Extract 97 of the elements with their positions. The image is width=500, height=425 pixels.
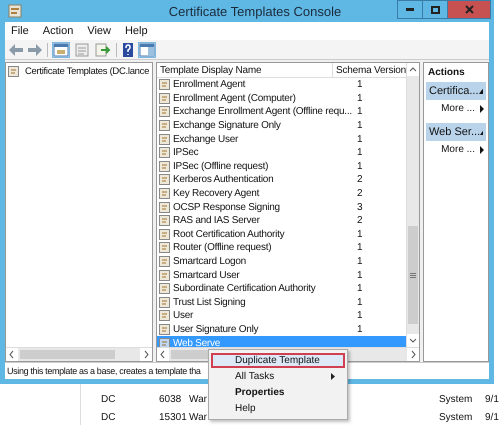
log-cell-text: DC bbox=[100, 412, 116, 422]
log-cell-text: System bbox=[439, 394, 474, 404]
column-header[interactable]: Template Display Name bbox=[157, 63, 333, 77]
context-menu-item[interactable]: Properties bbox=[211, 385, 345, 400]
scroll-up-icon[interactable] bbox=[407, 63, 419, 76]
log-cell-text: System bbox=[439, 412, 474, 422]
template-row[interactable]: RAS and IAS Server 2 bbox=[157, 214, 406, 228]
log-cell: 9/1 bbox=[485, 412, 500, 422]
template-row[interactable]: Exchange Enrollment Agent (Offline requ... 1 bbox=[157, 105, 406, 119]
caret-right-icon bbox=[480, 146, 484, 154]
menu-item[interactable]: Help bbox=[124, 25, 148, 37]
close-icon bbox=[464, 5, 474, 14]
template-icon bbox=[159, 256, 170, 268]
template-icon bbox=[159, 92, 170, 104]
template-icon bbox=[159, 106, 170, 118]
window-title: Certificate Templates Console bbox=[168, 4, 342, 18]
close-button[interactable] bbox=[447, 0, 491, 19]
minimize-icon bbox=[406, 8, 414, 11]
submenu-arrow-icon bbox=[331, 373, 335, 380]
template-icon bbox=[159, 310, 170, 322]
maximize-button[interactable] bbox=[422, 0, 448, 19]
back-arrow-icon[interactable] bbox=[9, 44, 23, 56]
template-row[interactable]: Smartcard User 1 bbox=[157, 268, 406, 282]
section-header[interactable]: Certifica... bbox=[426, 82, 486, 100]
template-row[interactable]: Kerberos Authentication 2 bbox=[157, 173, 406, 187]
horizontal-scrollbar[interactable] bbox=[6, 347, 152, 361]
template-icon bbox=[159, 296, 170, 308]
template-icon bbox=[159, 174, 170, 186]
scroll-down-icon[interactable] bbox=[407, 334, 419, 347]
template-row[interactable]: Enrollment Agent 1 bbox=[157, 78, 406, 92]
collapse-caret-icon bbox=[478, 88, 483, 94]
template-row[interactable]: IPSec 1 bbox=[157, 146, 406, 160]
menu-item[interactable]: File bbox=[11, 25, 29, 37]
template-row[interactable]: Exchange Signature Only 1 bbox=[157, 118, 406, 132]
scroll-left-icon[interactable] bbox=[157, 348, 169, 361]
template-row[interactable]: OCSP Response Signing 3 bbox=[157, 200, 406, 214]
maximize-icon bbox=[430, 6, 440, 14]
status-text: Using this template as a base, creates a template tha bbox=[7, 366, 201, 376]
menu-item[interactable]: View bbox=[87, 25, 111, 37]
vertical-scrollbar[interactable] bbox=[406, 63, 419, 347]
collapse-caret-icon bbox=[480, 130, 483, 134]
log-cell-text: 6038 bbox=[159, 394, 182, 404]
certificate-icon bbox=[8, 66, 19, 77]
template-row[interactable]: Subordinate Certification Authority 1 bbox=[157, 282, 406, 296]
export-list-icon[interactable] bbox=[95, 42, 111, 56]
template-icon bbox=[159, 160, 170, 172]
template-icon bbox=[159, 228, 170, 240]
template-icon bbox=[159, 242, 170, 254]
section-header[interactable]: Web Ser... bbox=[426, 123, 486, 141]
template-row[interactable]: User 1 bbox=[157, 309, 406, 323]
log-cell-text: War bbox=[189, 394, 208, 404]
caret-right-icon bbox=[480, 104, 484, 112]
tree-item[interactable]: Certificate Templates (DC.lance bbox=[6, 63, 152, 80]
app-icon bbox=[8, 4, 22, 18]
actions-header: Actions bbox=[427, 66, 466, 80]
template-icon bbox=[159, 202, 170, 213]
grip-icon bbox=[410, 272, 416, 278]
template-icon bbox=[159, 134, 170, 145]
template-row[interactable]: Exchange User 1 bbox=[157, 132, 406, 146]
template-icon bbox=[159, 270, 170, 281]
scroll-right-icon[interactable] bbox=[140, 348, 152, 361]
template-row[interactable]: Trust List Signing 1 bbox=[157, 296, 406, 310]
log-cell-text: DC bbox=[100, 394, 116, 404]
template-row[interactable]: Key Recovery Agent 2 bbox=[157, 186, 406, 200]
column-header[interactable]: Schema Version bbox=[332, 63, 406, 77]
list-icon[interactable] bbox=[74, 42, 90, 56]
scroll-thumb[interactable] bbox=[20, 350, 115, 359]
more-link[interactable]: More ... bbox=[426, 100, 486, 123]
template-icon bbox=[159, 283, 170, 294]
scroll-left-icon[interactable] bbox=[6, 348, 18, 361]
template-icon bbox=[159, 120, 170, 132]
menu-item[interactable]: Action bbox=[42, 25, 74, 37]
context-menu-item[interactable]: All Tasks bbox=[211, 369, 345, 384]
more-link[interactable]: More ... bbox=[426, 141, 486, 164]
log-cell-text: War bbox=[189, 412, 208, 422]
console-tree-icon[interactable] bbox=[53, 42, 69, 56]
template-row[interactable]: Router (Offline request) 1 bbox=[157, 241, 406, 255]
scroll-right-icon[interactable] bbox=[407, 348, 419, 361]
template-row[interactable]: Smartcard Logon 1 bbox=[157, 254, 406, 268]
log-cell-text: 15301 bbox=[159, 412, 188, 422]
context-menu-item[interactable]: Help bbox=[211, 401, 345, 416]
template-icon bbox=[159, 188, 170, 200]
template-icon bbox=[159, 338, 170, 347]
help-icon[interactable] bbox=[122, 42, 134, 56]
forward-arrow-icon[interactable] bbox=[28, 44, 42, 56]
template-icon bbox=[159, 147, 170, 158]
template-row[interactable]: IPSec (Offline request) 1 bbox=[157, 160, 406, 174]
template-icon bbox=[159, 79, 170, 90]
template-row[interactable]: Enrollment Agent (Computer) 1 bbox=[157, 92, 406, 106]
template-row[interactable]: Root Certification Authority 1 bbox=[157, 228, 406, 242]
template-icon bbox=[159, 215, 170, 226]
template-row[interactable]: User Signature Only 1 bbox=[157, 322, 406, 336]
log-cell: 9/1 bbox=[485, 394, 500, 404]
minimize-button[interactable] bbox=[397, 0, 423, 19]
template-icon bbox=[159, 324, 170, 335]
action-pane-icon[interactable] bbox=[139, 42, 155, 56]
context-menu-item[interactable]: Duplicate Template bbox=[211, 353, 345, 368]
